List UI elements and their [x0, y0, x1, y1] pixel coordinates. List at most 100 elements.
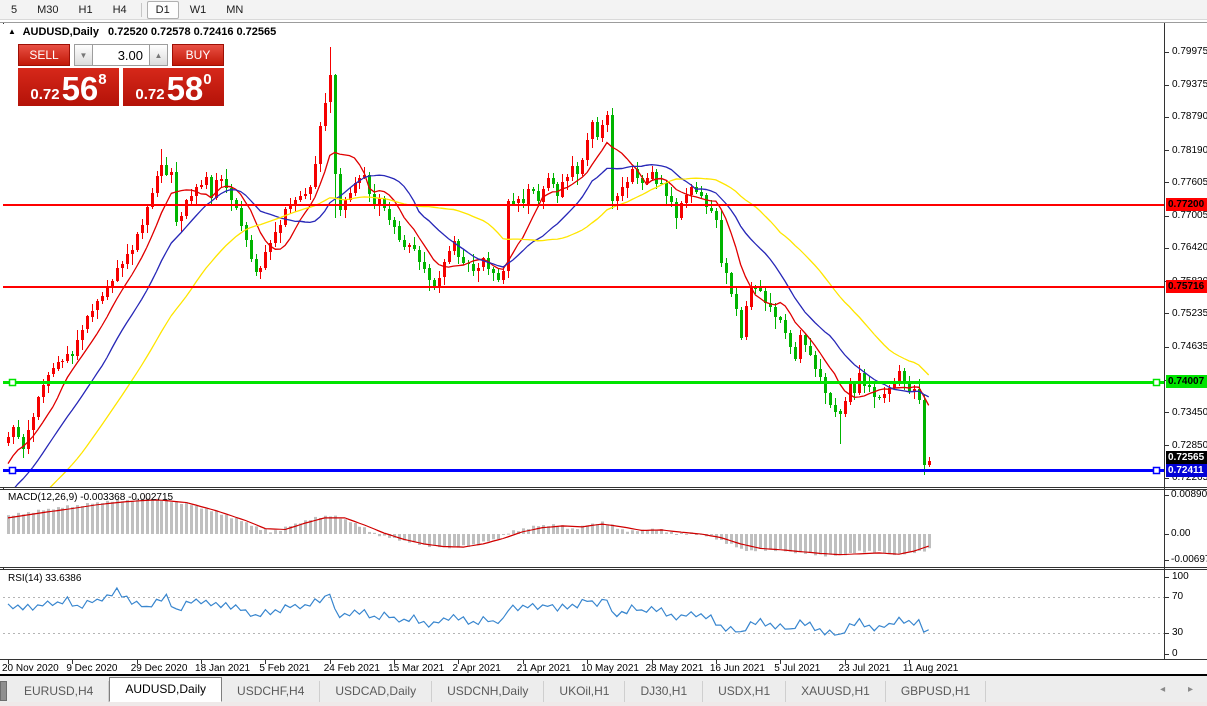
price-tick-label: 0.78190	[1172, 145, 1207, 156]
date-label: 2 Apr 2021	[452, 663, 500, 674]
tab-audusd-daily[interactable]: AUDUSD,Daily	[109, 677, 222, 702]
chart-symbol-label: AUDUSD,Daily	[23, 26, 99, 38]
lot-size-input[interactable]	[93, 44, 149, 66]
date-label: 11 Aug 2021	[903, 663, 958, 674]
date-label: 9 Dec 2020	[66, 663, 117, 674]
sell-price-big: 56	[62, 74, 99, 103]
rsi-tick-mark	[1165, 654, 1169, 655]
buy-button[interactable]: BUY	[172, 44, 224, 66]
date-tick-mark	[587, 660, 588, 664]
price-tick-label: 0.77605	[1172, 177, 1207, 188]
price-tick-label: 0.78790	[1172, 111, 1207, 122]
price-tick-label: 0.74635	[1172, 341, 1207, 352]
rsi-tick-label: 30	[1172, 627, 1183, 638]
buy-price-box[interactable]: 0.72 58 0	[123, 68, 224, 106]
rsi-panel-canvas[interactable]	[3, 570, 1164, 659]
chart-tab-bar: EURUSD,H4AUDUSD,DailyUSDCHF,H4USDCAD,Dai…	[0, 676, 1207, 702]
tab-dj30-h1[interactable]: DJ30,H1	[625, 681, 703, 702]
buy-price-big: 58	[167, 74, 204, 103]
price-tick-label: 0.75235	[1172, 308, 1207, 319]
date-label: 29 Dec 2020	[131, 663, 188, 674]
timeframe-button-h1[interactable]: H1	[70, 1, 102, 19]
price-tick-label: 0.72265	[1172, 472, 1207, 483]
price-tick-mark	[1165, 216, 1169, 217]
tab-usdx-h1[interactable]: USDX,H1	[703, 681, 786, 702]
status-strip	[0, 702, 1207, 706]
price-marker-0.74007: 0.74007	[1166, 375, 1207, 388]
tab-scroll-arrows[interactable]: ◂ ▸	[1160, 684, 1203, 695]
timeframe-button-m30[interactable]: M30	[28, 1, 67, 19]
axis-separator-line	[1164, 23, 1165, 660]
tab-usdcnh-daily[interactable]: USDCNH,Daily	[432, 681, 544, 702]
price-marker-0.77200: 0.77200	[1166, 198, 1207, 211]
sell-price-sup: 8	[98, 72, 106, 87]
price-tick-mark	[1165, 117, 1169, 118]
date-tick-mark	[458, 660, 459, 664]
toolbar-separator	[141, 3, 142, 17]
macd-tick-mark	[1165, 495, 1169, 496]
rsi-label: RSI(14) 33.6386	[8, 573, 81, 584]
date-tick-mark	[330, 660, 331, 664]
chart-ohlc-values: 0.72520 0.72578 0.72416 0.72565	[108, 26, 276, 38]
price-tick-label: 0.75820	[1172, 276, 1207, 287]
timeframe-button-5[interactable]: 5	[2, 1, 26, 19]
price-tick-mark	[1165, 281, 1169, 282]
price-marker-0.72565: 0.72565	[1166, 451, 1207, 464]
date-tick-mark	[394, 660, 395, 664]
price-tick-mark	[1165, 182, 1169, 183]
collapse-arrow-icon[interactable]: ▲	[8, 27, 16, 36]
tab-usdcad-daily[interactable]: USDCAD,Daily	[320, 681, 432, 702]
price-tick-mark	[1165, 412, 1169, 413]
lot-decrease-button[interactable]: ▼	[74, 44, 93, 66]
date-label: 24 Feb 2021	[324, 663, 380, 674]
date-tick-mark	[716, 660, 717, 664]
tab-eurusd-h4[interactable]: EURUSD,H4	[9, 681, 109, 702]
price-tick-label: 0.74035	[1172, 374, 1207, 385]
price-tick-mark	[1165, 248, 1169, 249]
lot-increase-button[interactable]: ▲	[149, 44, 168, 66]
price-tick-mark	[1165, 313, 1169, 314]
tab-xauusd-h1[interactable]: XAUUSD,H1	[786, 681, 886, 702]
timeframe-button-w1[interactable]: W1	[181, 1, 216, 19]
timeframe-button-mn[interactable]: MN	[217, 1, 252, 19]
date-tick-mark	[72, 660, 73, 664]
price-tick-label: 0.73450	[1172, 407, 1207, 418]
price-tick-mark	[1165, 52, 1169, 53]
date-tick-mark	[523, 660, 524, 664]
date-label: 18 Jan 2021	[195, 663, 250, 674]
timeframe-button-d1[interactable]: D1	[147, 1, 179, 19]
date-label: 16 Jun 2021	[710, 663, 765, 674]
tab-usdchf-h4[interactable]: USDCHF,H4	[222, 681, 320, 702]
macd-panel-canvas[interactable]	[3, 490, 1164, 567]
rsi-tick-label: 0	[1172, 648, 1178, 659]
tab-gbpusd-h1[interactable]: GBPUSD,H1	[886, 681, 986, 702]
price-tick-label: 0.76420	[1172, 242, 1207, 253]
rsi-tick-label: 70	[1172, 591, 1183, 602]
tab-ukoil-h1[interactable]: UKOil,H1	[544, 681, 625, 702]
date-label: 5 Jul 2021	[774, 663, 820, 674]
price-marker-0.72411: 0.72411	[1166, 464, 1207, 477]
price-tick-label: 0.77005	[1172, 210, 1207, 221]
date-label: 23 Jul 2021	[839, 663, 891, 674]
chart-title: ▲ AUDUSD,Daily 0.72520 0.72578 0.72416 0…	[8, 26, 276, 38]
date-label: 10 May 2021	[581, 663, 639, 674]
price-marker-0.75716: 0.75716	[1166, 280, 1207, 293]
macd-tick-label: 0.008903	[1171, 489, 1207, 500]
date-label: 21 Apr 2021	[517, 663, 571, 674]
rsi-tick-mark	[1165, 597, 1169, 598]
date-tick-mark	[652, 660, 653, 664]
tab-scroll-edge	[0, 681, 7, 701]
timeframe-button-h4[interactable]: H4	[104, 1, 136, 19]
date-label: 28 May 2021	[646, 663, 704, 674]
sell-price-prefix: 0.72	[30, 86, 59, 103]
price-tick-mark	[1165, 445, 1169, 446]
sell-button[interactable]: SELL	[18, 44, 70, 66]
price-tick-label: 0.79975	[1172, 46, 1207, 57]
date-tick-mark	[909, 660, 910, 664]
sell-price-box[interactable]: 0.72 56 8	[18, 68, 119, 106]
date-label: 5 Feb 2021	[259, 663, 310, 674]
rsi-tick-mark	[1165, 577, 1169, 578]
macd-tick-mark	[1165, 560, 1169, 561]
one-click-trading-widget: SELL ▼ ▲ BUY 0.72 56 8 0.72 58 0	[18, 44, 228, 106]
macd-tick-mark	[1165, 534, 1169, 535]
